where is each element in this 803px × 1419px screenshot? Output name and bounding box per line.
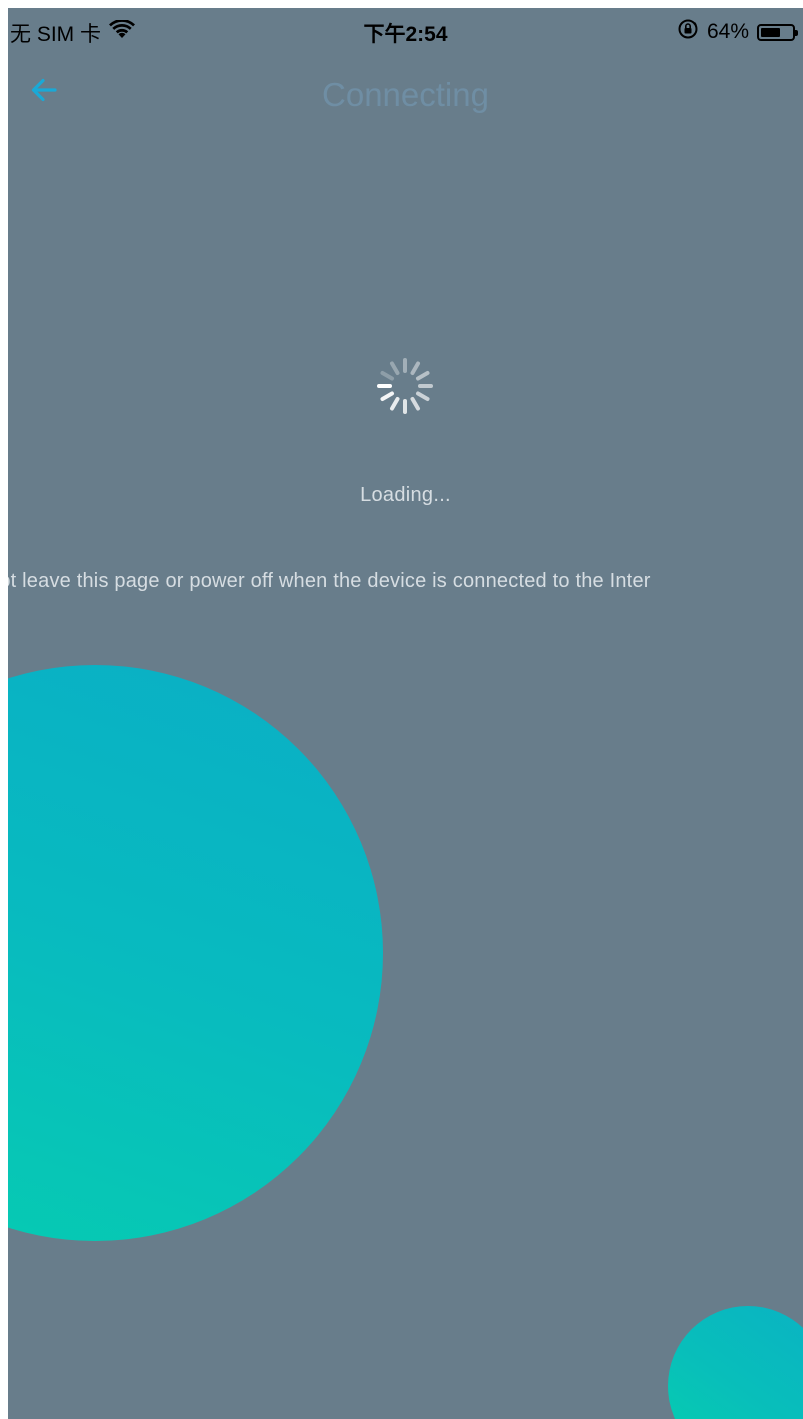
battery-icon — [757, 23, 798, 41]
spinner-tick — [410, 361, 420, 376]
battery-percent: 64% — [706, 20, 749, 43]
spinner-tick — [390, 361, 400, 376]
loading-spinner-icon — [369, 350, 441, 422]
spinner-tick — [390, 396, 400, 411]
status-bar: 无 SIM 卡 下午2:54 64% — [8, 8, 803, 56]
nav-bar: Connecting — [8, 56, 803, 128]
spinner-tick — [380, 391, 395, 401]
screen: 无 SIM 卡 下午2:54 64% Connecting Loading...… — [8, 8, 803, 1419]
decorative-bubble-small — [668, 1306, 803, 1419]
loading-text: Loading... — [360, 484, 451, 506]
spinner-tick — [415, 391, 430, 401]
status-right: 64% — [677, 18, 798, 46]
battery-tip — [795, 29, 798, 36]
battery-fill — [761, 27, 781, 37]
decorative-bubble-large — [8, 665, 383, 1241]
warning-text: not leave this page or power off when th… — [8, 570, 651, 592]
spinner-tick — [415, 371, 430, 381]
spinner-tick — [380, 371, 395, 381]
page-title: Connecting — [322, 76, 489, 113]
rotation-lock-icon — [677, 18, 699, 46]
spinner-tick — [410, 396, 420, 411]
